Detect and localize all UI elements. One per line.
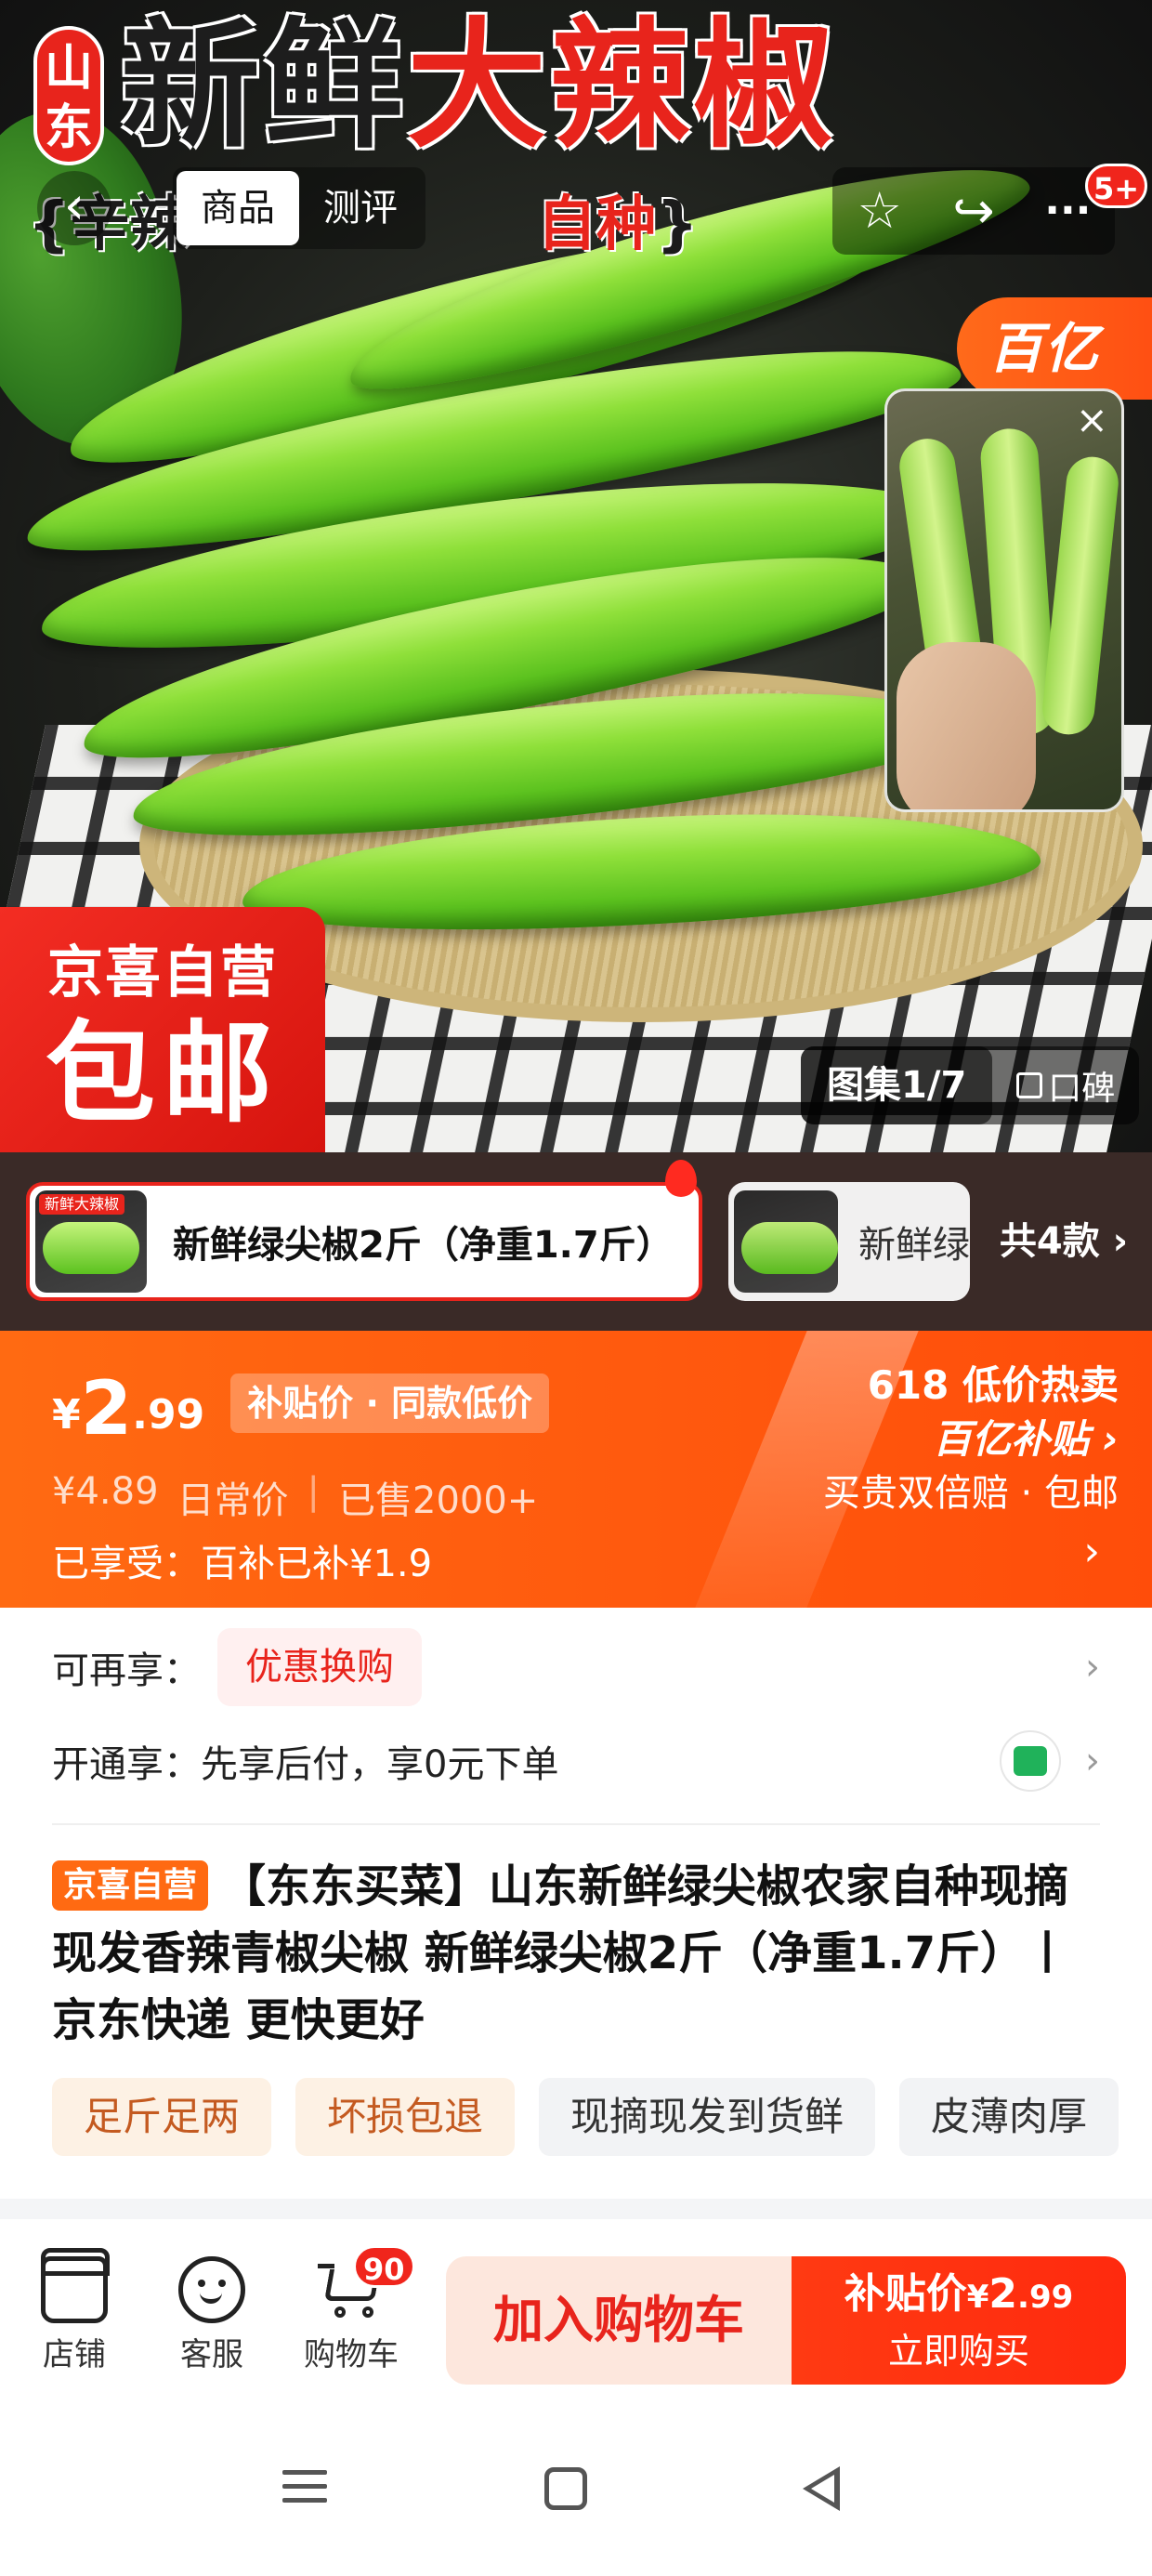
feature-tag[interactable]: 坏损包退 xyxy=(295,2078,516,2156)
feature-tag[interactable]: 足斤足两 xyxy=(52,2078,272,2156)
variant-thumbnail xyxy=(734,1190,838,1293)
video-thumbnail[interactable]: × xyxy=(884,388,1124,812)
close-icon[interactable]: × xyxy=(1076,401,1108,440)
product-hero-image[interactable]: 山东 新鲜大辣椒 {辛辣 自种} ‹ 商品 测评 ☆ ↪ ··· 5+ 百亿 ×… xyxy=(0,0,1152,1152)
promo-row-paylater[interactable]: 开通享：先享后付，享0元下单 › xyxy=(52,1719,1100,1803)
menu-icon[interactable] xyxy=(277,2461,333,2517)
sticker-line2: 包邮 xyxy=(45,1009,280,1137)
tab-product[interactable]: 商品 xyxy=(177,171,299,245)
cart-count-badge: 90 xyxy=(353,2245,415,2288)
old-price-label: 日常价 xyxy=(177,1479,289,1522)
product-title-block: 京喜自营 【东东买菜】山东新鲜绿尖椒农家自种现摘现发香辣青椒尖椒 新鲜绿尖椒2斤（… xyxy=(52,1853,1083,2054)
service-button[interactable]: 客服 xyxy=(156,2256,268,2374)
buy-price-label: 补贴价 xyxy=(844,2270,967,2318)
promo-row-label: 开通享：先享后付，享0元下单 xyxy=(52,1743,559,1786)
price-integer: 2 xyxy=(80,1365,133,1452)
gallery-label[interactable]: 图集1/7 xyxy=(801,1046,993,1124)
price-decimal: .99 xyxy=(132,1391,205,1439)
variant-thumb-pepper xyxy=(43,1222,139,1274)
customer-service-icon xyxy=(178,2256,245,2323)
variant-thumb-tag: 新鲜大辣椒 xyxy=(39,1194,125,1215)
old-price: ¥4.89 xyxy=(52,1470,159,1513)
self-operated-tag: 京喜自营 xyxy=(52,1860,209,1911)
back-button[interactable]: ‹ xyxy=(37,171,111,245)
koubei-icon xyxy=(1016,1072,1043,1098)
koubei-button[interactable]: 口碑 xyxy=(992,1061,1139,1110)
chevron-right-icon: › xyxy=(1085,1740,1100,1782)
sticker-line1: 京喜自营 xyxy=(47,940,278,1005)
hero-title-red: 大辣椒 xyxy=(407,6,837,167)
top-tab-bar: 商品 测评 xyxy=(173,167,425,249)
bottom-action-bar: 店铺 客服 购物车 90 加入购物车 补贴价¥2.99 立即购买 xyxy=(0,2219,1152,2405)
meta-separator: | xyxy=(307,1470,320,1513)
back-triangle-icon[interactable] xyxy=(803,2466,840,2511)
video-pepper xyxy=(1040,453,1121,738)
buy-now-label: 立即购买 xyxy=(887,2331,1029,2372)
top-action-group: ☆ ↪ ··· xyxy=(832,167,1115,255)
exchange-pill[interactable]: 优惠换购 xyxy=(217,1628,422,1706)
add-to-cart-button[interactable]: 加入购物车 xyxy=(446,2256,792,2385)
price-banner[interactable]: ¥ 2 .99 补贴价 · 同款低价 ¥4.89 日常价 | 已售2000+ 已… xyxy=(0,1331,1152,1608)
price-meta: ¥4.89 日常价 | 已售2000+ xyxy=(52,1470,538,1524)
section-separator xyxy=(0,2199,1152,2219)
shop-button[interactable]: 店铺 xyxy=(19,2248,130,2374)
promo-campaign[interactable]: 618 低价热卖 百亿补贴 › 买贵双倍赔 · 包邮 xyxy=(823,1359,1119,1520)
buy-price-dec: .99 xyxy=(1017,2279,1074,2316)
price-tag: 补贴价 · 同款低价 xyxy=(230,1373,550,1433)
campaign-subsidy[interactable]: 百亿补贴 › xyxy=(823,1413,1119,1466)
promo-row-label: 可再享： xyxy=(52,1649,201,1692)
subsidy-flag: 百亿 xyxy=(957,297,1152,400)
sold-count: 已售2000+ xyxy=(338,1479,539,1522)
shop-icon xyxy=(41,2248,110,2323)
buy-now-button[interactable]: 补贴价¥2.99 立即购买 xyxy=(792,2256,1126,2385)
gallery-counter[interactable]: 图集1/7 口碑 xyxy=(801,1046,1140,1124)
share-icon[interactable]: ↪ xyxy=(936,174,1011,248)
cart-label: 购物车 xyxy=(304,2336,399,2373)
all-variants-button[interactable]: 共4款 › xyxy=(975,1182,1152,1301)
buy-price-currency: ¥ xyxy=(966,2279,989,2316)
price-currency: ¥ xyxy=(52,1391,81,1439)
variant-card[interactable]: 新鲜绿 xyxy=(728,1182,970,1301)
tab-review[interactable]: 测评 xyxy=(299,171,422,245)
origin-badge: 山东 xyxy=(33,26,104,165)
system-navigation-bar xyxy=(0,2405,1152,2576)
feature-tag[interactable]: 皮薄肉厚 xyxy=(899,2078,1119,2156)
hero-title: 新鲜大辣椒 xyxy=(121,17,836,156)
koubei-label: 口碑 xyxy=(1048,1070,1116,1108)
feature-tag[interactable]: 现摘现发到货鲜 xyxy=(539,2078,876,2156)
chevron-right-icon[interactable]: › xyxy=(1083,1528,1100,1575)
enjoyed-discount: 已享受：百补已补¥1.9 xyxy=(52,1543,433,1585)
campaign-guarantee: 买贵双倍赔 · 包邮 xyxy=(822,1472,1119,1515)
price-row: ¥ 2 .99 补贴价 · 同款低价 xyxy=(52,1365,550,1452)
slogan-post: } xyxy=(656,191,699,259)
buy-price: 补贴价¥2.99 xyxy=(792,2264,1126,2328)
variant-thumb-pepper xyxy=(741,1222,838,1274)
favorite-icon[interactable]: ☆ xyxy=(843,174,917,248)
wallet-icon xyxy=(1000,1730,1061,1792)
back-icon: ‹ xyxy=(63,176,85,236)
promo-sticker: 京喜自营 包邮 xyxy=(0,907,325,1152)
promo-row-exchange[interactable]: 可再享： 优惠换购 › xyxy=(52,1621,1100,1714)
selected-drop-icon xyxy=(665,1160,697,1197)
variant-card-selected[interactable]: 新鲜大辣椒 新鲜绿尖椒2斤（净重1.7斤） xyxy=(26,1182,702,1301)
campaign-title: 618 低价热卖 xyxy=(867,1362,1119,1408)
variant-strip: 新鲜大辣椒 新鲜绿尖椒2斤（净重1.7斤） 新鲜绿 共4款 › xyxy=(0,1152,1152,1331)
home-icon[interactable] xyxy=(544,2467,587,2510)
variant-label: 新鲜绿尖椒2斤（净重1.7斤） xyxy=(173,1224,674,1267)
chevron-right-icon: › xyxy=(1085,1646,1100,1689)
variant-thumbnail: 新鲜大辣椒 xyxy=(35,1190,147,1293)
variant-label: 新鲜绿 xyxy=(858,1224,970,1267)
hero-title-black: 新鲜 xyxy=(121,6,408,167)
feature-tags: 足斤足两 坏损包退 现摘现发到货鲜 皮薄肉厚 xyxy=(52,2078,1119,2156)
divider xyxy=(52,1823,1100,1825)
message-badge: 5+ xyxy=(1085,164,1148,208)
slogan-accent: 自种 xyxy=(537,191,657,259)
shop-label: 店铺 xyxy=(43,2336,106,2373)
buy-price-int: 2 xyxy=(988,2270,1018,2318)
video-hand xyxy=(897,642,1036,809)
service-label: 客服 xyxy=(180,2336,243,2373)
